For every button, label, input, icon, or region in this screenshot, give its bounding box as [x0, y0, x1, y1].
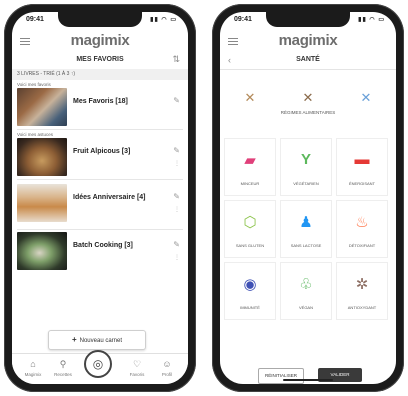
- book-title: Mes Favoris [18]: [73, 98, 128, 105]
- edit-icon[interactable]: ✎: [173, 240, 180, 249]
- edit-icon[interactable]: ✎: [173, 192, 180, 201]
- book-thumbnail: [17, 88, 67, 126]
- battery-icon: ▬: [354, 151, 370, 168]
- app-bar: magimix: [12, 32, 188, 52]
- brand-logo: magimix: [278, 32, 338, 49]
- reset-button[interactable]: RÉINITIALISER: [258, 368, 304, 384]
- category-vegetarien[interactable]: Y VÉGÉTARIEN: [280, 138, 332, 196]
- category-antioxydant[interactable]: ✲ ANTIOXYDANT: [336, 262, 388, 320]
- grape-icon: ✲: [355, 276, 369, 293]
- new-notebook-button[interactable]: + Nouveau carnet: [48, 330, 146, 350]
- notch: [58, 12, 142, 27]
- edit-icon[interactable]: ✎: [173, 96, 180, 105]
- book-title: Batch Cooking [3]: [73, 242, 133, 249]
- phone-left: 09:41 ▮▮ ◠ ▭ magimix MES FAVORIS ⇅ 3 LIV…: [4, 4, 196, 392]
- page-title: MES FAVORIS: [76, 56, 124, 63]
- sprout-icon: Y: [300, 151, 311, 168]
- book-item[interactable]: Idées Anniversaire [4] ✎ ⋮: [17, 182, 183, 230]
- plus-icon: +: [71, 335, 77, 344]
- sub-header: ‹ SANTÉ: [220, 52, 396, 70]
- category-immunite[interactable]: ◉ IMMUNITÉ: [224, 262, 276, 320]
- category-sans-gluten[interactable]: ⬡ SANS GLUTEN: [224, 200, 276, 258]
- cook-button[interactable]: ◎: [84, 350, 112, 378]
- status-icons: ▮▮ ◠ ▭: [358, 17, 385, 23]
- more-icon[interactable]: ⋮: [174, 206, 180, 213]
- tab-bar: ⌂ Magimix ⚲ Recettes ◎ ♡ Favoris ☺ Profi…: [12, 350, 188, 384]
- category-sans-lactose[interactable]: ♟ SANS LACTOSE: [280, 200, 332, 258]
- leaf-icon: ⬡: [243, 214, 257, 231]
- status-time: 09:41: [234, 16, 252, 23]
- page-title: SANTÉ: [296, 56, 320, 63]
- category-energisant[interactable]: ▬ ÉNERGISANT: [336, 138, 388, 196]
- tab-profile[interactable]: ☺ Profil: [152, 358, 182, 377]
- user-icon: ☺: [162, 359, 172, 369]
- sink-icon: ♨: [355, 214, 369, 231]
- edit-icon[interactable]: ✎: [173, 146, 180, 155]
- book-item[interactable]: Voici mes astuces Fruit Alpicous [3] ✎ ⋮: [17, 132, 183, 180]
- phone-right: 09:41 ▮▮ ◠ ▭ magimix ‹ SANTÉ ✕ ✕ ✕ RÉGIM…: [212, 4, 404, 392]
- book-item[interactable]: Voici mes favoris Mes Favoris [18] ✎: [17, 82, 183, 130]
- action-row: RÉINITIALISER VALIDER: [220, 368, 396, 384]
- category-minceur[interactable]: ▰ MINCEUR: [224, 138, 276, 196]
- app-bar: magimix: [220, 32, 396, 52]
- scale-icon: ▰: [244, 152, 256, 169]
- heart-icon: ♡: [132, 359, 142, 369]
- tab-home[interactable]: ⌂ Magimix: [18, 358, 48, 377]
- notch: [266, 12, 350, 27]
- shield-icon: ◉: [243, 276, 257, 293]
- filter-bar: 3 LIVRES - TRIÉ (1 À 3 ↑): [12, 69, 188, 80]
- tab-favorites[interactable]: ♡ Favoris: [122, 358, 152, 377]
- vegan-icon: ♧: [299, 276, 313, 293]
- tab-recipes[interactable]: ⚲ Recettes: [48, 358, 78, 377]
- book-title: Fruit Alpicous [3]: [73, 148, 131, 155]
- no-dairy-icon[interactable]: ✕: [298, 90, 318, 108]
- category-vegan[interactable]: ♧ VÉGAN: [280, 262, 332, 320]
- status-icons: ▮▮ ◠ ▭: [150, 17, 177, 23]
- bottle-icon: ♟: [299, 214, 313, 231]
- health-screen: 09:41 ▮▮ ◠ ▭ magimix ‹ SANTÉ ✕ ✕ ✕ RÉGIM…: [220, 12, 396, 384]
- book-title: Idées Anniversaire [4]: [73, 194, 146, 201]
- book-item[interactable]: Batch Cooking [3] ✎ ⋮: [17, 230, 183, 277]
- book-thumbnail: [17, 232, 67, 270]
- no-fish-icon[interactable]: ✕: [356, 90, 376, 108]
- brand-logo: magimix: [70, 32, 130, 49]
- diet-restrictions-row: ✕ ✕ ✕: [220, 84, 396, 124]
- diet-label: RÉGIMES ALIMENTAIRES: [280, 110, 336, 115]
- home-indicator: [283, 379, 333, 381]
- status-time: 09:41: [26, 16, 44, 23]
- more-icon[interactable]: ⋮: [174, 160, 180, 167]
- favorites-screen: 09:41 ▮▮ ◠ ▭ magimix MES FAVORIS ⇅ 3 LIV…: [12, 12, 188, 384]
- search-icon: ⚲: [59, 359, 67, 369]
- book-tag: Voici mes astuces: [17, 132, 54, 137]
- sort-icon[interactable]: ⇅: [172, 54, 180, 65]
- book-thumbnail: [17, 184, 67, 222]
- cooking-pot-icon: ◎: [92, 357, 104, 371]
- home-icon: ⌂: [30, 359, 36, 369]
- book-thumbnail: [17, 138, 67, 176]
- more-icon[interactable]: ⋮: [174, 254, 180, 261]
- category-detoxifiant[interactable]: ♨ DÉTOXIFIANT: [336, 200, 388, 258]
- book-tag: Voici mes favoris: [17, 82, 51, 87]
- no-wheat-icon[interactable]: ✕: [240, 90, 260, 108]
- sub-header: MES FAVORIS ⇅: [12, 52, 188, 70]
